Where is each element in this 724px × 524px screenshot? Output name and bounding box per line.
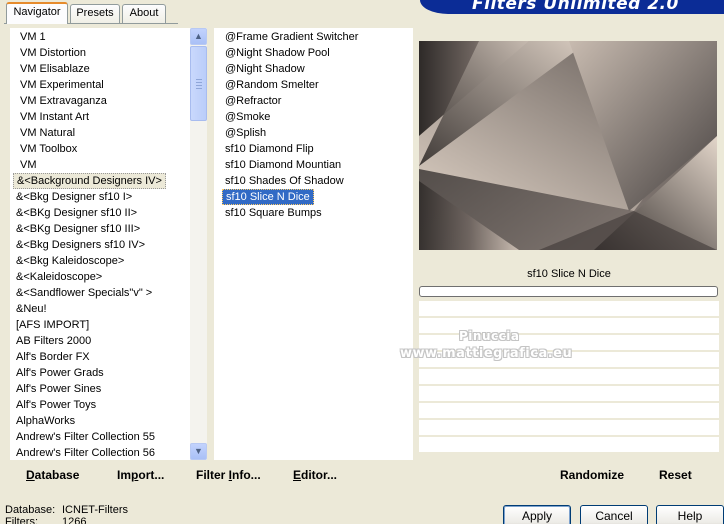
category-item[interactable]: VM Instant Art: [17, 109, 92, 125]
filter-item[interactable]: @Splish: [222, 125, 269, 141]
scroll-thumb[interactable]: [190, 46, 207, 121]
filter-info-button[interactable]: Filter Info...: [196, 465, 261, 485]
parameter-row: [419, 369, 719, 384]
category-item[interactable]: &<BKg Designer sf10 II>: [13, 205, 140, 221]
apply-button[interactable]: Apply: [503, 505, 571, 524]
filter-item[interactable]: @Frame Gradient Switcher: [222, 29, 361, 45]
filter-item[interactable]: @Night Shadow: [222, 61, 308, 77]
category-item[interactable]: &<Background Designers IV>: [13, 173, 166, 189]
watermark-url: www.mattiegrafica.eu: [400, 346, 573, 361]
category-item[interactable]: VM Extravaganza: [17, 93, 110, 109]
database-button[interactable]: Database: [26, 465, 79, 485]
category-item[interactable]: &<BKg Designer sf10 III>: [13, 221, 143, 237]
category-item[interactable]: AlphaWorks: [13, 413, 78, 429]
category-item[interactable]: Alf's Power Grads: [13, 365, 107, 381]
scroll-down-button[interactable]: ▼: [190, 443, 207, 460]
preview-filter-name: sf10 Slice N Dice: [419, 264, 719, 284]
parameter-row: [419, 386, 719, 401]
watermark-name: Pinuccia: [459, 329, 520, 343]
category-item[interactable]: VM Elisablaze: [17, 61, 93, 77]
progress-bar: [419, 286, 718, 297]
category-item[interactable]: Alf's Border FX: [13, 349, 93, 365]
filter-item[interactable]: sf10 Shades Of Shadow: [222, 173, 347, 189]
help-button[interactable]: Help: [656, 505, 724, 524]
tab-about[interactable]: About: [122, 4, 166, 23]
filter-item[interactable]: sf10 Diamond Mountian: [222, 157, 344, 173]
chevron-up-icon: ▲: [194, 31, 203, 41]
filter-item[interactable]: sf10 Slice N Dice: [222, 189, 314, 205]
reset-button[interactable]: Reset: [659, 465, 692, 485]
category-item[interactable]: Andrew's Filter Collection 56: [13, 445, 158, 461]
parameter-row: [419, 420, 719, 435]
tab-navigator[interactable]: Navigator: [6, 2, 68, 24]
filter-item[interactable]: @Refractor: [222, 93, 284, 109]
filter-item[interactable]: @Night Shadow Pool: [222, 45, 333, 61]
category-item[interactable]: &<Bkg Designers sf10 IV>: [13, 237, 148, 253]
category-item[interactable]: VM Distortion: [17, 45, 89, 61]
category-item[interactable]: Alf's Power Toys: [13, 397, 99, 413]
status-database-value: ICNET-Filters: [62, 504, 128, 516]
filter-item[interactable]: @Smoke: [222, 109, 273, 125]
banner-title: Filters Unlimited 2.0: [472, 0, 679, 14]
category-item[interactable]: VM Experimental: [17, 77, 107, 93]
category-item[interactable]: &<Bkg Kaleidoscope>: [13, 253, 127, 269]
preview-image[interactable]: [419, 41, 717, 250]
category-scrollbar[interactable]: ▲ ▼: [190, 28, 207, 460]
filter-item[interactable]: sf10 Diamond Flip: [222, 141, 317, 157]
filter-list[interactable]: @Frame Gradient Switcher @Night Shadow Po…: [214, 28, 413, 460]
randomize-button[interactable]: Randomize: [560, 465, 624, 485]
scroll-up-button[interactable]: ▲: [190, 28, 207, 45]
parameter-row: [419, 403, 719, 418]
status-filters-label: Filters:: [5, 516, 38, 524]
title-banner: Filters Unlimited 2.0: [420, 0, 724, 14]
category-item[interactable]: &<Sandflower Specials"v" >: [13, 285, 155, 301]
category-item[interactable]: &Neu!: [13, 301, 50, 317]
chevron-down-icon: ▼: [194, 446, 203, 456]
filter-item[interactable]: @Random Smelter: [222, 77, 322, 93]
category-item[interactable]: Andrew's Filter Collection 55: [13, 429, 158, 445]
import-button[interactable]: Import...: [117, 465, 164, 485]
category-item[interactable]: &<Kaleidoscope>: [13, 269, 105, 285]
category-item[interactable]: VM: [17, 157, 40, 173]
category-item[interactable]: VM Natural: [17, 125, 78, 141]
category-item[interactable]: [AFS IMPORT]: [13, 317, 92, 333]
category-item[interactable]: &<Bkg Designer sf10 I>: [13, 189, 135, 205]
parameter-row: [419, 301, 719, 316]
category-item[interactable]: AB Filters 2000: [13, 333, 94, 349]
parameter-row: [419, 437, 719, 452]
status-database-label: Database:: [5, 504, 56, 516]
category-item[interactable]: Alf's Power Sines: [13, 381, 104, 397]
category-list[interactable]: VM 1 VM Distortion VM Elisablaze VM Experim…: [10, 28, 190, 460]
preview-graphic: [419, 41, 717, 250]
category-item[interactable]: VM Toolbox: [17, 141, 80, 157]
status-filters-value: 1266: [62, 516, 87, 524]
editor-button[interactable]: Editor...: [293, 465, 337, 485]
filter-item[interactable]: sf10 Square Bumps: [222, 205, 325, 221]
cancel-button[interactable]: Cancel: [580, 505, 648, 524]
category-item[interactable]: VM 1: [17, 29, 49, 45]
tab-presets[interactable]: Presets: [70, 4, 120, 23]
